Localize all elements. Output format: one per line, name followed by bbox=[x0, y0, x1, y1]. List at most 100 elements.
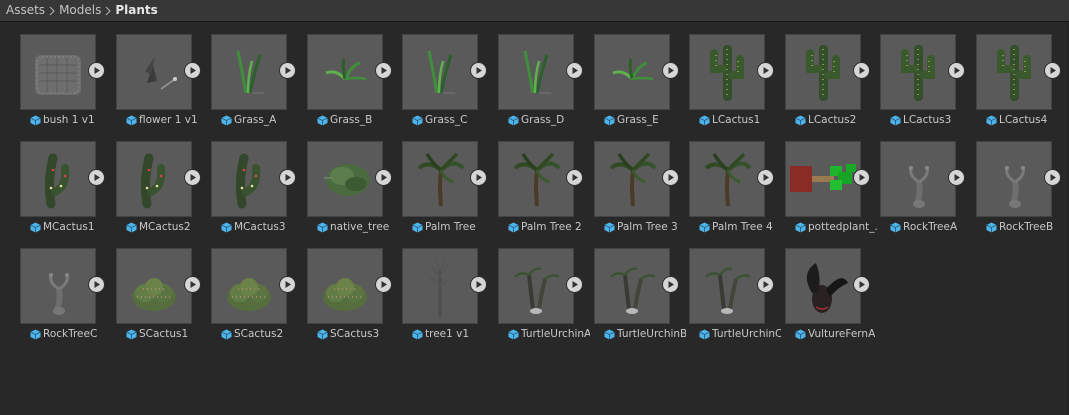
asset-thumbnail[interactable] bbox=[402, 248, 478, 324]
turtle-urchin-preview bbox=[610, 267, 656, 314]
asset-thumbnail[interactable] bbox=[116, 141, 192, 217]
play-icon bbox=[381, 67, 387, 74]
play-preview-button[interactable] bbox=[471, 63, 486, 78]
asset-thumbnail[interactable] bbox=[307, 34, 383, 110]
asset-tile[interactable]: LCactus3 bbox=[880, 34, 970, 134]
asset-tile[interactable]: SCactus1 bbox=[116, 248, 206, 348]
asset-thumbnail[interactable] bbox=[880, 34, 956, 110]
asset-tile[interactable]: Grass_B bbox=[307, 34, 397, 134]
play-preview-button[interactable] bbox=[280, 277, 295, 292]
play-preview-button[interactable] bbox=[854, 63, 869, 78]
play-preview-button[interactable] bbox=[376, 277, 391, 292]
play-preview-button[interactable] bbox=[471, 170, 486, 185]
play-preview-button[interactable] bbox=[663, 277, 678, 292]
play-preview-button[interactable] bbox=[663, 63, 678, 78]
asset-thumbnail[interactable] bbox=[498, 248, 574, 324]
asset-thumbnail[interactable] bbox=[689, 141, 765, 217]
play-preview-button[interactable] bbox=[854, 170, 869, 185]
play-preview-button[interactable] bbox=[758, 63, 773, 78]
asset-thumbnail[interactable] bbox=[785, 34, 861, 110]
play-preview-button[interactable] bbox=[949, 63, 964, 78]
play-preview-button[interactable] bbox=[89, 170, 104, 185]
asset-thumbnail[interactable] bbox=[20, 141, 96, 217]
asset-tile[interactable]: Palm Tree 3 bbox=[594, 141, 684, 241]
asset-thumbnail[interactable] bbox=[211, 248, 287, 324]
play-preview-button[interactable] bbox=[949, 170, 964, 185]
asset-tile[interactable]: Palm Tree 4 bbox=[689, 141, 779, 241]
asset-name: SCactus2 bbox=[234, 328, 284, 340]
large-cactus-preview bbox=[997, 45, 1031, 101]
asset-thumbnail[interactable] bbox=[689, 248, 765, 324]
asset-tile[interactable]: LCactus2 bbox=[785, 34, 875, 134]
asset-tile[interactable]: LCactus4 bbox=[976, 34, 1066, 134]
asset-tile[interactable]: RockTreeB bbox=[976, 141, 1066, 241]
asset-thumbnail[interactable] bbox=[307, 141, 383, 217]
asset-thumbnail[interactable] bbox=[211, 141, 287, 217]
asset-thumbnail[interactable] bbox=[307, 248, 383, 324]
asset-tile[interactable]: pottedplant_... bbox=[785, 141, 877, 241]
play-preview-button[interactable] bbox=[280, 170, 295, 185]
asset-thumbnail[interactable] bbox=[785, 141, 861, 217]
asset-thumbnail[interactable] bbox=[594, 141, 670, 217]
asset-tile[interactable]: TurtleUrchinA bbox=[498, 248, 590, 348]
asset-thumbnail[interactable] bbox=[880, 141, 956, 217]
asset-tile[interactable]: native_tree bbox=[307, 141, 397, 241]
play-preview-button[interactable] bbox=[376, 170, 391, 185]
asset-thumbnail[interactable] bbox=[402, 141, 478, 217]
asset-thumbnail[interactable] bbox=[689, 34, 765, 110]
asset-tile[interactable]: MCactus1 bbox=[20, 141, 110, 241]
play-preview-button[interactable] bbox=[376, 63, 391, 78]
asset-thumbnail[interactable] bbox=[116, 248, 192, 324]
asset-thumbnail[interactable] bbox=[976, 34, 1052, 110]
asset-tile[interactable]: MCactus3 bbox=[211, 141, 301, 241]
asset-thumbnail[interactable] bbox=[594, 248, 670, 324]
asset-tile[interactable]: tree1 v1 bbox=[402, 248, 492, 348]
asset-tile[interactable]: TurtleUrchinB bbox=[594, 248, 686, 348]
asset-thumbnail[interactable] bbox=[402, 34, 478, 110]
asset-tile[interactable]: Palm Tree 2 bbox=[498, 141, 588, 241]
asset-thumbnail[interactable] bbox=[976, 141, 1052, 217]
play-preview-button[interactable] bbox=[567, 63, 582, 78]
asset-name: bush 1 v1 bbox=[43, 114, 95, 126]
asset-thumbnail[interactable] bbox=[498, 34, 574, 110]
asset-thumbnail[interactable] bbox=[211, 34, 287, 110]
asset-thumbnail[interactable] bbox=[498, 141, 574, 217]
play-preview-button[interactable] bbox=[185, 63, 200, 78]
play-preview-button[interactable] bbox=[471, 277, 486, 292]
asset-thumbnail[interactable] bbox=[594, 34, 670, 110]
prefab-cube-icon bbox=[221, 329, 232, 339]
asset-tile[interactable]: Palm Tree bbox=[402, 141, 492, 241]
play-preview-button[interactable] bbox=[758, 170, 773, 185]
play-preview-button[interactable] bbox=[185, 170, 200, 185]
asset-tile[interactable]: LCactus1 bbox=[689, 34, 779, 134]
play-preview-button[interactable] bbox=[567, 277, 582, 292]
play-preview-button[interactable] bbox=[185, 277, 200, 292]
asset-thumbnail[interactable] bbox=[785, 248, 861, 324]
asset-tile[interactable]: SCactus2 bbox=[211, 248, 301, 348]
asset-tile[interactable]: RockTreeA bbox=[880, 141, 970, 241]
asset-thumbnail[interactable] bbox=[116, 34, 192, 110]
asset-tile[interactable]: TurtleUrchinC bbox=[689, 248, 781, 348]
play-preview-button[interactable] bbox=[567, 170, 582, 185]
asset-tile[interactable]: SCactus3 bbox=[307, 248, 397, 348]
asset-thumbnail[interactable] bbox=[20, 34, 96, 110]
asset-thumbnail[interactable] bbox=[20, 248, 96, 324]
play-preview-button[interactable] bbox=[663, 170, 678, 185]
asset-tile[interactable]: MCactus2 bbox=[116, 141, 206, 241]
asset-tile[interactable]: VultureFernA bbox=[785, 248, 875, 348]
asset-tile[interactable]: Grass_D bbox=[498, 34, 588, 134]
asset-label-row: MCactus3 bbox=[211, 220, 303, 234]
asset-tile[interactable]: flower 1 v1 bbox=[116, 34, 206, 134]
play-preview-button[interactable] bbox=[854, 277, 869, 292]
asset-tile[interactable]: Grass_A bbox=[211, 34, 301, 134]
play-preview-button[interactable] bbox=[89, 277, 104, 292]
play-preview-button[interactable] bbox=[280, 63, 295, 78]
play-preview-button[interactable] bbox=[89, 63, 104, 78]
play-preview-button[interactable] bbox=[758, 277, 773, 292]
asset-tile[interactable]: Grass_C bbox=[402, 34, 492, 134]
asset-tile[interactable]: RockTreeC bbox=[20, 248, 110, 348]
asset-tile[interactable]: Grass_E bbox=[594, 34, 684, 134]
play-preview-button[interactable] bbox=[1045, 170, 1060, 185]
play-preview-button[interactable] bbox=[1045, 63, 1060, 78]
asset-tile[interactable]: bush 1 v1 bbox=[20, 34, 110, 134]
